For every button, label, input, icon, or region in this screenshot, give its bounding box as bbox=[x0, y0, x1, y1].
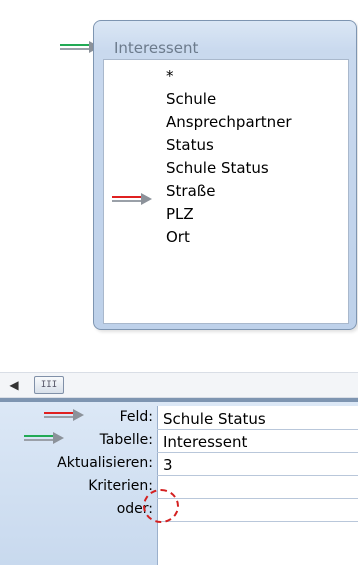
field-item-ansprechpartner[interactable]: Ansprechpartner bbox=[166, 113, 292, 131]
table-interessent[interactable]: Interessent * Schule Ansprechpartner Sta… bbox=[93, 20, 357, 330]
horizontal-scrollbar[interactable]: ◀ III bbox=[0, 372, 358, 398]
field-list[interactable]: * Schule Ansprechpartner Status Schule S… bbox=[103, 59, 349, 324]
cell-tabelle[interactable]: Interessent bbox=[157, 431, 358, 453]
row-label-tabelle: Tabelle: bbox=[99, 432, 153, 448]
cell-aktualisieren-value: 3 bbox=[163, 456, 173, 474]
grid-row-aktualisieren: Aktualisieren: 3 bbox=[0, 454, 358, 476]
field-item-strasse[interactable]: Straße bbox=[166, 182, 215, 200]
row-label-kriterien: Kriterien: bbox=[88, 478, 153, 494]
table-title[interactable]: Interessent bbox=[114, 39, 198, 57]
grid-row-oder: oder: bbox=[0, 500, 358, 522]
field-item-plz[interactable]: PLZ bbox=[166, 205, 194, 223]
red-arrow-annotation-feld bbox=[44, 409, 84, 421]
cell-feld[interactable]: Schule Status bbox=[157, 408, 358, 430]
field-item-ort[interactable]: Ort bbox=[166, 228, 190, 246]
cell-kriterien[interactable] bbox=[157, 477, 358, 499]
scroll-left-icon[interactable]: ◀ bbox=[6, 377, 22, 393]
query-grid: Feld: Schule Status Tabelle: Interessent… bbox=[0, 402, 358, 565]
query-design-area: Interessent * Schule Ansprechpartner Sta… bbox=[0, 0, 358, 360]
row-label-feld: Feld: bbox=[119, 409, 153, 425]
green-arrow-annotation-tabelle bbox=[24, 432, 64, 444]
field-item-schule-status[interactable]: Schule Status bbox=[166, 159, 269, 177]
red-arrow-annotation-field bbox=[112, 193, 152, 205]
scroll-thumb[interactable]: III bbox=[34, 376, 64, 394]
cell-feld-value: Schule Status bbox=[163, 410, 266, 428]
field-item-schule[interactable]: Schule bbox=[166, 90, 216, 108]
cell-oder[interactable] bbox=[157, 500, 358, 522]
cell-tabelle-value: Interessent bbox=[163, 433, 248, 451]
cell-aktualisieren[interactable]: 3 bbox=[157, 454, 358, 476]
row-label-aktualisieren: Aktualisieren: bbox=[57, 455, 153, 471]
field-item-all[interactable]: * bbox=[166, 67, 174, 85]
field-item-status[interactable]: Status bbox=[166, 136, 214, 154]
red-circle-annotation bbox=[143, 489, 179, 523]
grid-row-kriterien: Kriterien: bbox=[0, 477, 358, 499]
